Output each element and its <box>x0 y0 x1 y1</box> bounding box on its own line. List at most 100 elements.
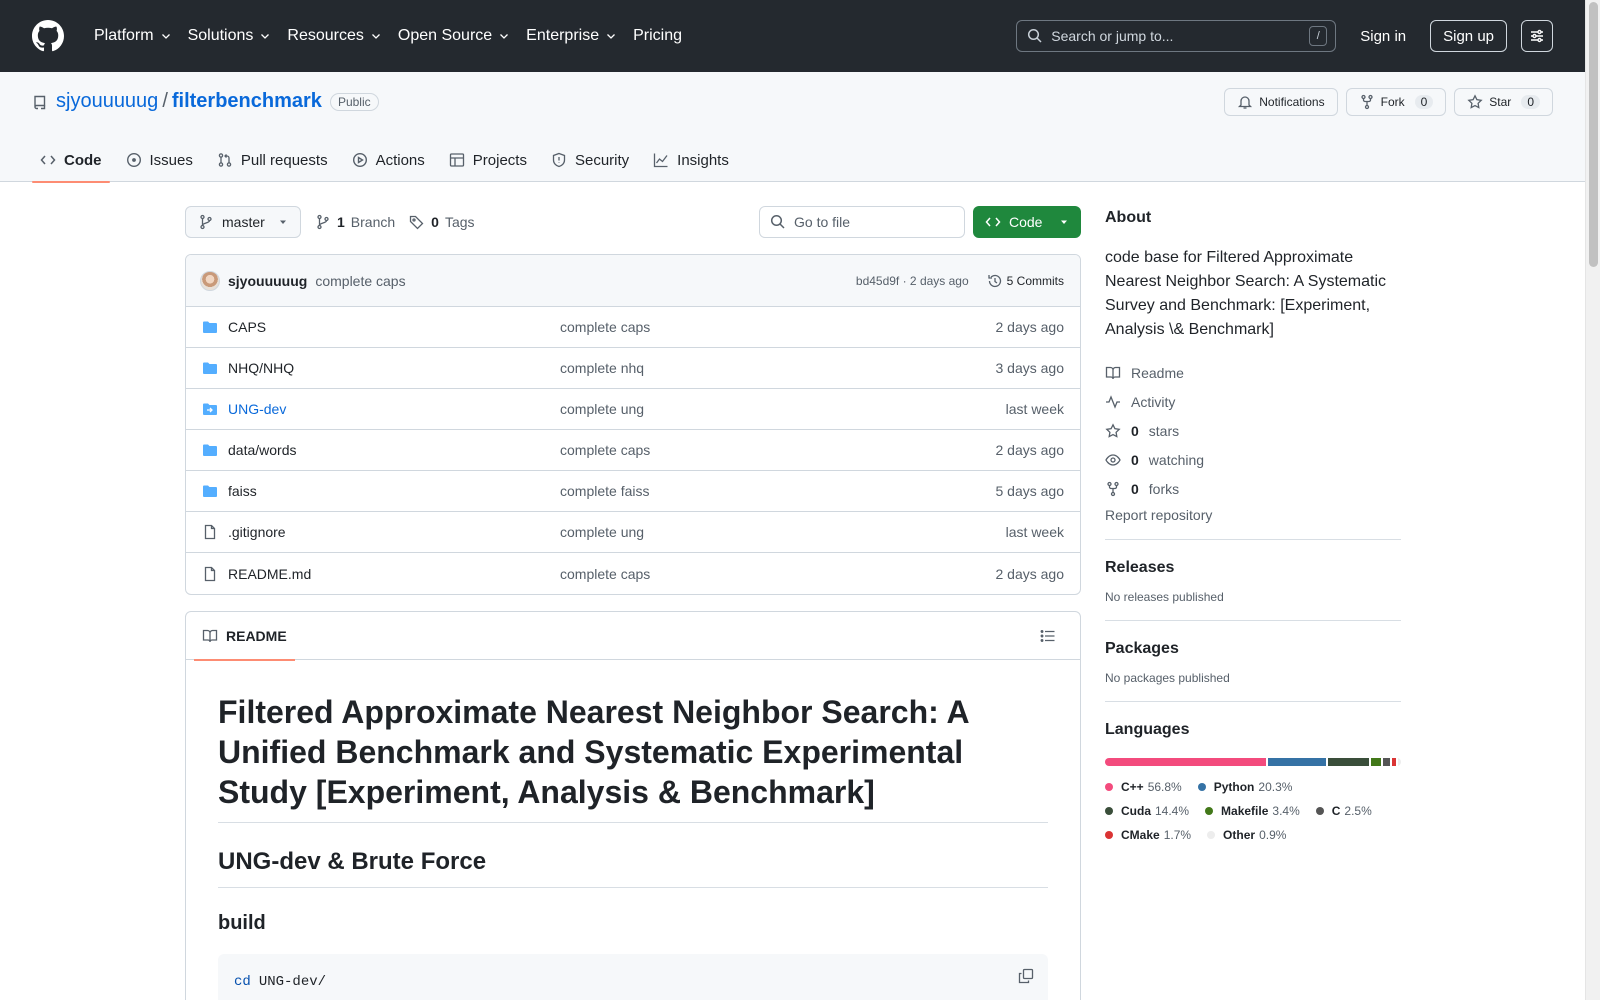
language-item[interactable]: C 2.5% <box>1315 804 1372 818</box>
language-item[interactable]: Makefile 3.4% <box>1205 804 1300 818</box>
readme-header: README <box>186 612 1080 661</box>
file-name-link[interactable]: README.md <box>228 566 560 582</box>
language-bar-segment <box>1398 758 1401 766</box>
readme-tab[interactable]: README <box>194 612 295 661</box>
fork-button[interactable]: Fork 0 <box>1345 88 1447 116</box>
language-item[interactable]: Other 0.9% <box>1207 828 1286 842</box>
tab-label: Code <box>64 151 102 169</box>
activity-link[interactable]: Activity <box>1105 387 1401 416</box>
language-item[interactable]: CMake 1.7% <box>1105 828 1191 842</box>
commit-hash-link[interactable]: bd45d9f · 2 days ago <box>856 274 969 288</box>
table-row[interactable]: NHQ/NHQ complete nhq 3 days ago <box>186 348 1080 389</box>
file-name-link[interactable]: .gitignore <box>228 524 560 540</box>
page-scrollbar[interactable] <box>1585 0 1600 1000</box>
nav-platform[interactable]: Platform <box>86 16 180 56</box>
notifications-button[interactable]: Notifications <box>1224 88 1338 116</box>
readme-panel: README Filtered Approximate Nearest Neig… <box>185 611 1081 1000</box>
go-to-file-placeholder: Go to file <box>794 214 851 230</box>
table-row[interactable]: CAPS complete caps 2 days ago <box>186 307 1080 348</box>
language-dot-icon <box>1315 807 1324 815</box>
tab-code[interactable]: Code <box>32 138 110 183</box>
language-bar-segment <box>1382 758 1390 766</box>
global-search-input[interactable]: Search or jump to... / <box>1016 20 1337 52</box>
sign-up-button[interactable]: Sign up <box>1430 20 1507 52</box>
file-commit-message[interactable]: complete faiss <box>560 483 996 499</box>
language-name: Makefile <box>1221 804 1269 818</box>
language-item[interactable]: C++ 56.8% <box>1105 780 1182 794</box>
readme-link[interactable]: Readme <box>1105 358 1401 387</box>
table-row[interactable]: UNG-dev complete ung last week <box>186 389 1080 430</box>
file-commit-message[interactable]: complete caps <box>560 442 996 458</box>
tab-label: Issues <box>149 151 193 169</box>
branches-link[interactable]: 1 Branch <box>315 214 395 230</box>
language-item[interactable]: Cuda 14.4% <box>1105 804 1189 818</box>
outline-button[interactable] <box>1040 628 1056 644</box>
file-name-link[interactable]: UNG-dev <box>228 401 560 417</box>
github-logo-icon[interactable] <box>32 20 64 52</box>
table-row[interactable]: faiss complete faiss 5 days ago <box>186 471 1080 512</box>
stars-link[interactable]: 0 stars <box>1105 416 1401 445</box>
graph-icon <box>654 153 668 168</box>
file-commit-message[interactable]: complete nhq <box>560 360 996 376</box>
packages-title[interactable]: Packages <box>1105 637 1401 661</box>
scrollbar-thumb[interactable] <box>1589 2 1598 267</box>
file-name-link[interactable]: CAPS <box>228 319 560 335</box>
sign-in-link[interactable]: Sign in <box>1360 28 1406 45</box>
chevron-down-icon <box>161 34 170 39</box>
language-item[interactable]: Python 20.3% <box>1197 780 1292 794</box>
tab-pull-requests[interactable]: Pull requests <box>209 138 336 182</box>
nav-resources[interactable]: Resources <box>279 16 389 56</box>
tab-issues[interactable]: Issues <box>118 138 201 182</box>
releases-title[interactable]: Releases <box>1105 556 1401 580</box>
tab-actions[interactable]: Actions <box>344 138 433 182</box>
commit-author-link[interactable]: sjyouuuuug <box>228 273 307 289</box>
branch-name: master <box>222 214 265 230</box>
tab-security[interactable]: Security <box>543 138 637 182</box>
avatar[interactable] <box>200 270 220 291</box>
settings-menu-button[interactable] <box>1521 20 1553 52</box>
file-commit-message[interactable]: complete caps <box>560 319 996 335</box>
forks-link[interactable]: 0 forks <box>1105 474 1401 503</box>
commits-history-link[interactable]: 5 Commits <box>987 273 1064 289</box>
nav-open-source[interactable]: Open Source <box>390 16 518 56</box>
star-button[interactable]: Star 0 <box>1454 88 1553 116</box>
stars-count: 0 <box>1131 422 1139 439</box>
code-button-label: Code <box>1009 214 1043 230</box>
file-commit-message[interactable]: complete ung <box>560 401 1006 417</box>
nav-solutions[interactable]: Solutions <box>180 16 280 56</box>
nav-pricing[interactable]: Pricing <box>625 16 690 56</box>
nav-label: Enterprise <box>526 27 600 44</box>
repo-name-link[interactable]: filterbenchmark <box>172 90 322 113</box>
table-row[interactable]: data/words complete caps 2 days ago <box>186 430 1080 471</box>
code-dropdown-button[interactable]: Code <box>973 206 1081 238</box>
table-row[interactable]: .gitignore complete ung last week <box>186 512 1080 553</box>
readme-tab-label: README <box>226 627 287 644</box>
language-percent: 0.9% <box>1259 828 1287 842</box>
report-repository-link[interactable]: Report repository <box>1105 507 1401 523</box>
watching-link[interactable]: 0 watching <box>1105 445 1401 474</box>
repo-owner-link[interactable]: sjyouuuuug <box>56 90 158 113</box>
file-commit-message[interactable]: complete ung <box>560 524 1006 540</box>
branch-select-button[interactable]: master <box>185 206 301 238</box>
table-row[interactable]: README.md complete caps 2 days ago <box>186 553 1080 594</box>
repo-icon <box>34 95 46 109</box>
nav-enterprise[interactable]: Enterprise <box>518 16 625 56</box>
pull-request-icon <box>218 153 232 167</box>
tab-label: Security <box>574 151 630 169</box>
file-name-link[interactable]: NHQ/NHQ <box>228 360 560 376</box>
file-icon <box>204 566 216 581</box>
search-icon <box>770 214 785 229</box>
file-commit-message[interactable]: complete caps <box>560 566 996 582</box>
copy-button[interactable] <box>1018 968 1034 984</box>
tab-label: Pull requests <box>240 151 328 169</box>
file-name-link[interactable]: faiss <box>228 483 560 499</box>
tab-insights[interactable]: Insights <box>645 138 737 182</box>
star-count: 0 <box>1521 95 1540 109</box>
fork-icon <box>1107 481 1119 496</box>
go-to-file-input[interactable]: Go to file <box>759 206 965 238</box>
commit-message-link[interactable]: complete caps <box>315 273 405 289</box>
chevron-down-icon <box>371 34 380 39</box>
tab-projects[interactable]: Projects <box>441 138 535 182</box>
file-name-link[interactable]: data/words <box>228 442 560 458</box>
tags-link[interactable]: 0 Tags <box>409 214 475 230</box>
